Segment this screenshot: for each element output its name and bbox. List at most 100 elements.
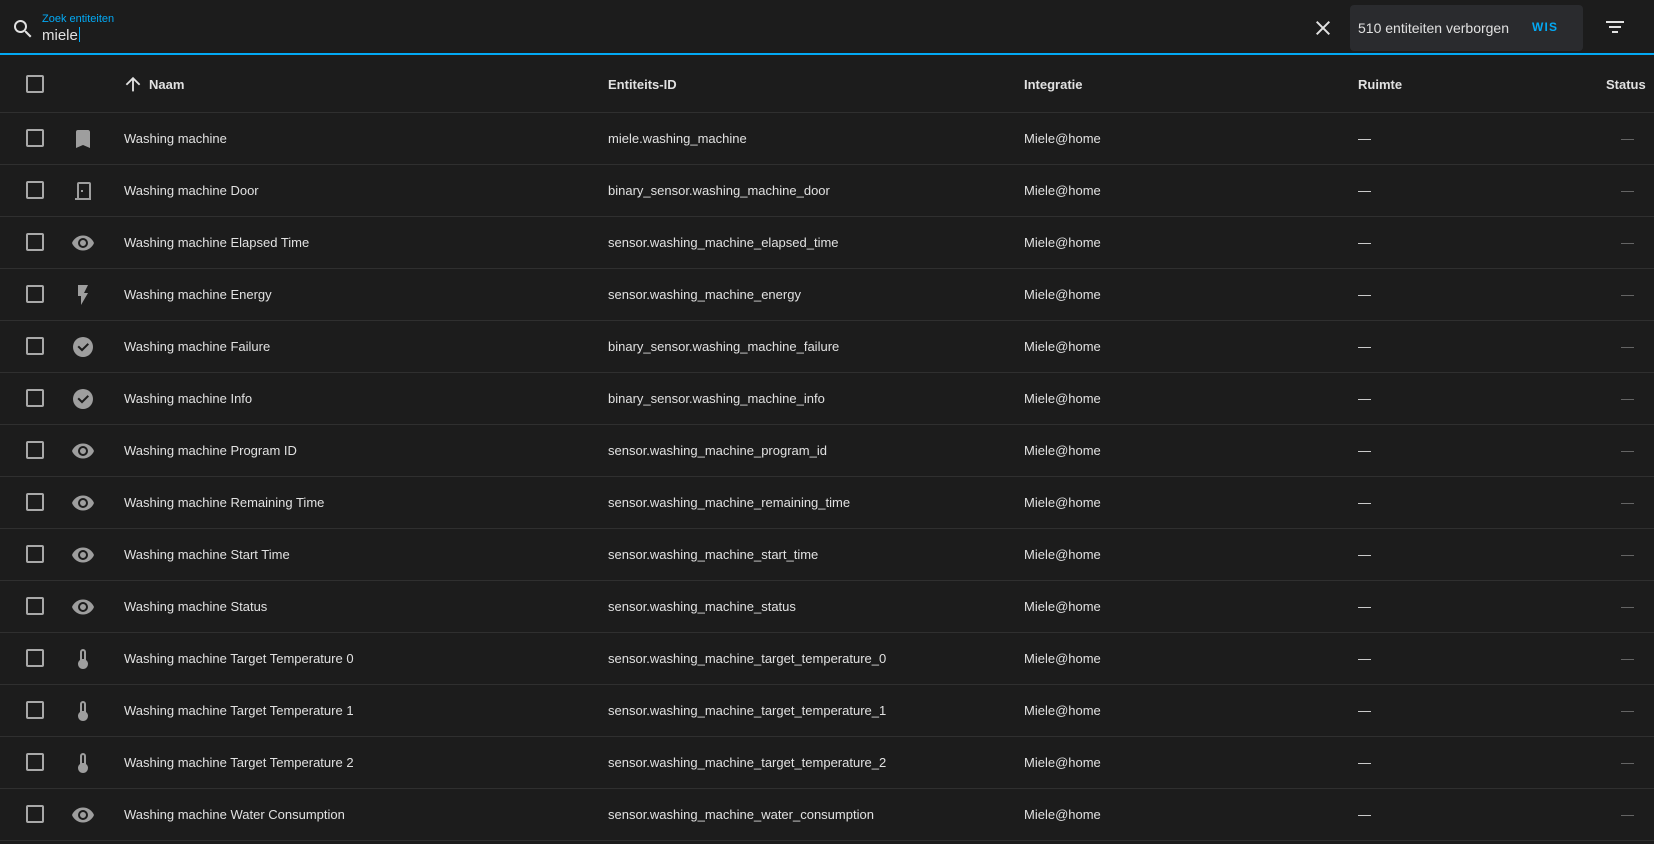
entities-table: Naam Entiteits-ID Integratie Ruimte Stat… bbox=[0, 57, 1654, 841]
entity-id: miele.washing_machine bbox=[608, 131, 747, 146]
table-row[interactable]: Washing machine Program ID sensor.washin… bbox=[0, 425, 1654, 477]
row-checkbox[interactable] bbox=[26, 181, 44, 199]
entity-status: — bbox=[1621, 651, 1634, 666]
row-checkbox[interactable] bbox=[26, 493, 44, 511]
entity-integration: Miele@home bbox=[1024, 235, 1101, 250]
entity-name: Washing machine Failure bbox=[124, 339, 271, 354]
row-checkbox[interactable] bbox=[26, 649, 44, 667]
entity-name: Washing machine Door bbox=[124, 183, 259, 198]
entity-integration: Miele@home bbox=[1024, 131, 1101, 146]
column-header-name[interactable]: Naam bbox=[149, 77, 184, 92]
entity-room: — bbox=[1358, 131, 1371, 146]
close-icon[interactable] bbox=[1311, 16, 1335, 40]
check-circle-icon bbox=[73, 337, 93, 357]
hidden-entities-notice: 510 entiteiten verborgen WIS bbox=[1350, 5, 1583, 51]
entity-status: — bbox=[1621, 443, 1634, 458]
column-header-integration[interactable]: Integratie bbox=[1024, 77, 1083, 92]
eye-icon bbox=[72, 235, 94, 251]
select-all-checkbox[interactable] bbox=[26, 75, 44, 93]
eye-icon bbox=[72, 599, 94, 615]
thermometer-icon bbox=[78, 649, 88, 669]
entity-status: — bbox=[1621, 495, 1634, 510]
search-toolbar: Zoek entiteiten miele 510 entiteiten ver… bbox=[0, 0, 1654, 55]
table-row[interactable]: Washing machine Info binary_sensor.washi… bbox=[0, 373, 1654, 425]
entity-id: sensor.washing_machine_status bbox=[608, 599, 796, 614]
table-row[interactable]: Washing machine Remaining Time sensor.wa… bbox=[0, 477, 1654, 529]
search-input[interactable]: miele bbox=[42, 27, 80, 44]
entity-name: Washing machine Remaining Time bbox=[124, 495, 325, 510]
row-checkbox[interactable] bbox=[26, 597, 44, 615]
arrow-up-icon[interactable] bbox=[122, 73, 144, 95]
entity-name: Washing machine Program ID bbox=[124, 443, 297, 458]
entity-id: sensor.washing_machine_elapsed_time bbox=[608, 235, 839, 250]
entity-status: — bbox=[1621, 599, 1634, 614]
table-row[interactable]: Washing machine miele.washing_machine Mi… bbox=[0, 113, 1654, 165]
column-header-room[interactable]: Ruimte bbox=[1358, 77, 1402, 92]
entity-status: — bbox=[1621, 131, 1634, 146]
entity-room: — bbox=[1358, 495, 1371, 510]
table-row[interactable]: Washing machine Energy sensor.washing_ma… bbox=[0, 269, 1654, 321]
entity-status: — bbox=[1621, 703, 1634, 718]
row-checkbox[interactable] bbox=[26, 337, 44, 355]
entity-status: — bbox=[1621, 391, 1634, 406]
entity-integration: Miele@home bbox=[1024, 651, 1101, 666]
entity-integration: Miele@home bbox=[1024, 547, 1101, 562]
entity-status: — bbox=[1621, 807, 1634, 822]
entity-id: sensor.washing_machine_target_temperatur… bbox=[608, 755, 887, 770]
entity-name: Washing machine Water Consumption bbox=[124, 807, 345, 822]
table-body: Washing machine miele.washing_machine Mi… bbox=[0, 113, 1654, 841]
bookmark-icon bbox=[76, 130, 90, 148]
row-checkbox[interactable] bbox=[26, 129, 44, 147]
entity-integration: Miele@home bbox=[1024, 391, 1101, 406]
entity-integration: Miele@home bbox=[1024, 807, 1101, 822]
check-circle-icon bbox=[73, 389, 93, 409]
row-checkbox[interactable] bbox=[26, 701, 44, 719]
entity-id: sensor.washing_machine_program_id bbox=[608, 443, 827, 458]
search-input-value: miele bbox=[42, 27, 78, 44]
row-checkbox[interactable] bbox=[26, 389, 44, 407]
clear-filter-button[interactable]: WIS bbox=[1532, 20, 1558, 34]
entity-room: — bbox=[1358, 807, 1371, 822]
entity-status: — bbox=[1621, 235, 1634, 250]
entity-name: Washing machine Target Temperature 2 bbox=[124, 755, 354, 770]
entity-integration: Miele@home bbox=[1024, 339, 1101, 354]
table-row[interactable]: Washing machine Door binary_sensor.washi… bbox=[0, 165, 1654, 217]
row-checkbox[interactable] bbox=[26, 285, 44, 303]
flash-icon bbox=[78, 285, 88, 305]
entity-id: binary_sensor.washing_machine_door bbox=[608, 183, 830, 198]
table-header: Naam Entiteits-ID Integratie Ruimte Stat… bbox=[0, 57, 1654, 113]
entity-status: — bbox=[1621, 183, 1634, 198]
door-icon bbox=[75, 182, 91, 200]
table-row[interactable]: Washing machine Target Temperature 1 sen… bbox=[0, 685, 1654, 737]
column-header-entity-id[interactable]: Entiteits-ID bbox=[608, 77, 677, 92]
entity-id: binary_sensor.washing_machine_info bbox=[608, 391, 825, 406]
column-header-status[interactable]: Status bbox=[1606, 77, 1646, 92]
row-checkbox[interactable] bbox=[26, 753, 44, 771]
row-checkbox[interactable] bbox=[26, 545, 44, 563]
table-row[interactable]: Washing machine Target Temperature 2 sen… bbox=[0, 737, 1654, 789]
row-checkbox[interactable] bbox=[26, 233, 44, 251]
hidden-entities-text: 510 entiteiten verborgen bbox=[1358, 20, 1509, 36]
entity-integration: Miele@home bbox=[1024, 495, 1101, 510]
entity-name: Washing machine Status bbox=[124, 599, 268, 614]
table-row[interactable]: Washing machine Target Temperature 0 sen… bbox=[0, 633, 1654, 685]
row-checkbox[interactable] bbox=[26, 805, 44, 823]
entity-name: Washing machine Energy bbox=[124, 287, 272, 302]
entity-room: — bbox=[1358, 443, 1371, 458]
entity-name: Washing machine Target Temperature 1 bbox=[124, 703, 354, 718]
entity-room: — bbox=[1358, 547, 1371, 562]
filter-icon[interactable] bbox=[1603, 15, 1627, 39]
eye-icon bbox=[72, 547, 94, 563]
entity-room: — bbox=[1358, 755, 1371, 770]
entity-room: — bbox=[1358, 235, 1371, 250]
entity-status: — bbox=[1621, 287, 1634, 302]
table-row[interactable]: Washing machine Elapsed Time sensor.wash… bbox=[0, 217, 1654, 269]
table-row[interactable]: Washing machine Failure binary_sensor.wa… bbox=[0, 321, 1654, 373]
table-row[interactable]: Washing machine Start Time sensor.washin… bbox=[0, 529, 1654, 581]
entity-integration: Miele@home bbox=[1024, 755, 1101, 770]
entity-room: — bbox=[1358, 703, 1371, 718]
entity-id: sensor.washing_machine_start_time bbox=[608, 547, 819, 562]
row-checkbox[interactable] bbox=[26, 441, 44, 459]
table-row[interactable]: Washing machine Status sensor.washing_ma… bbox=[0, 581, 1654, 633]
table-row[interactable]: Washing machine Water Consumption sensor… bbox=[0, 789, 1654, 841]
